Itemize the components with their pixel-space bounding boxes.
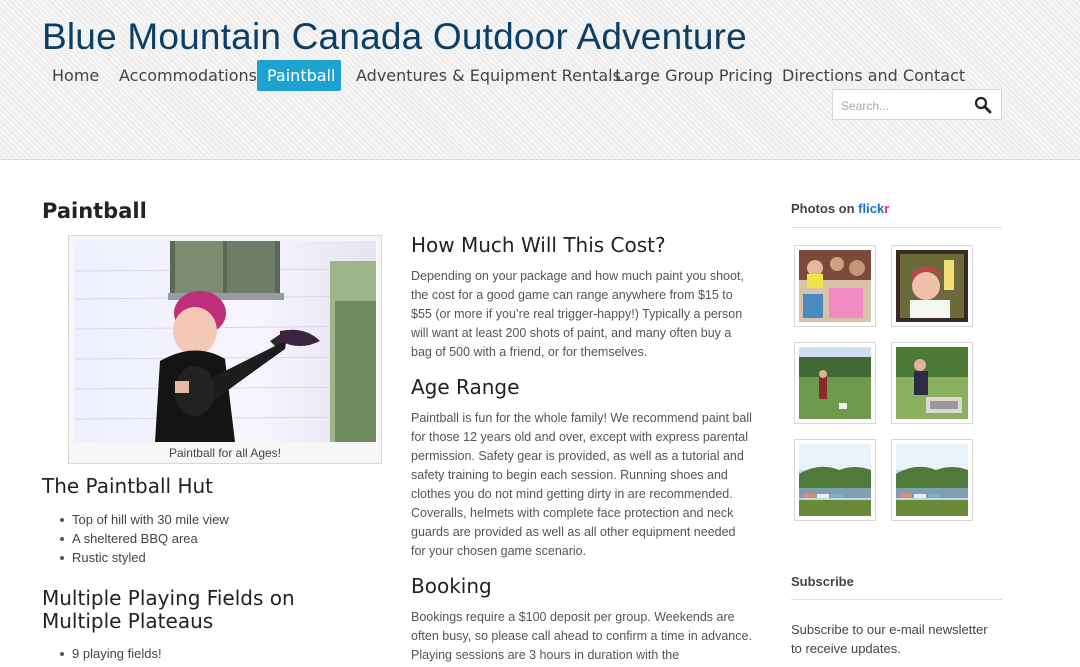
search-input[interactable]	[839, 94, 968, 117]
search-icon[interactable]	[974, 96, 992, 114]
flickr-thumb[interactable]	[794, 342, 876, 424]
divider	[791, 599, 1002, 600]
flickr-thumb[interactable]	[891, 342, 973, 424]
subscribe-title: Subscribe	[791, 574, 854, 589]
paintball-kid-photo	[75, 241, 376, 442]
age-text: Paintball is fun for the whole family! W…	[411, 411, 752, 558]
flickr-thumb[interactable]	[794, 439, 876, 521]
page-title: Paintball	[42, 199, 147, 223]
cost-text: Depending on your package and how much p…	[411, 269, 744, 359]
nav-directions-contact[interactable]: Directions and Contact	[772, 60, 975, 91]
nav-adventures-rentals[interactable]: Adventures & Equipment Rentals	[346, 60, 631, 91]
flickr-thumb[interactable]	[891, 439, 973, 521]
booking-text: Bookings require a $100 deposit per grou…	[411, 610, 752, 662]
divider	[791, 227, 1002, 228]
nav-large-group-pricing[interactable]: Large Group Pricing	[605, 60, 783, 91]
photos-on-label: Photos on	[791, 201, 855, 216]
flickr-widget-title: Photos on flickr	[791, 201, 889, 216]
subscribe-text: Subscribe to our e-mail newsletter to re…	[791, 622, 988, 656]
age-heading: Age Range	[411, 375, 520, 399]
featured-figure: Paintball for all Ages!	[68, 235, 382, 464]
site-header: Blue Mountain Canada Outdoor Adventure H…	[0, 0, 1080, 160]
nav-accommodations[interactable]: Accommodations	[109, 60, 267, 91]
list-item: Top of hill with 30 mile view	[42, 510, 229, 529]
fields-list: 9 playing fields!	[42, 644, 162, 663]
flickr-logo[interactable]: flickr	[858, 201, 889, 216]
hut-list: Top of hill with 30 mile view A sheltere…	[42, 510, 229, 567]
list-item: Rustic styled	[42, 548, 229, 567]
fields-heading: Multiple Playing Fields on Multiple Plat…	[42, 586, 295, 633]
flickr-thumb[interactable]	[891, 245, 973, 327]
flickr-thumb[interactable]	[794, 245, 876, 327]
site-title[interactable]: Blue Mountain Canada Outdoor Adventure	[42, 16, 747, 58]
cost-heading: How Much Will This Cost?	[411, 233, 666, 257]
nav-home[interactable]: Home	[42, 60, 109, 91]
nav-paintball[interactable]: Paintball	[257, 60, 341, 91]
list-item: 9 playing fields!	[42, 644, 162, 663]
booking-heading: Booking	[411, 574, 492, 598]
search-box	[832, 89, 1002, 120]
list-item: A sheltered BBQ area	[42, 529, 229, 548]
hut-heading: The Paintball Hut	[42, 474, 214, 498]
figure-caption: Paintball for all Ages!	[168, 446, 282, 460]
